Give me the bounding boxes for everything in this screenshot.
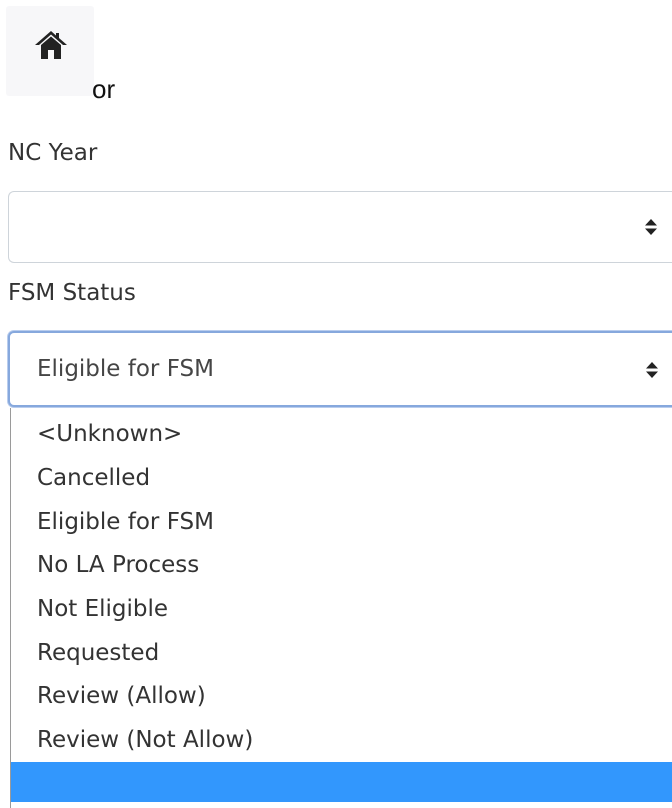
select-arrows-icon — [645, 219, 657, 235]
dropdown-option[interactable]: Review (Allow) — [37, 681, 206, 711]
fsm-status-select[interactable]: Eligible for FSM — [8, 331, 672, 407]
fsm-status-label: FSM Status — [8, 280, 136, 306]
select-arrows-icon — [646, 362, 658, 378]
dropdown-option[interactable]: Not Eligible — [37, 594, 168, 624]
dropdown-option[interactable]: Requested — [37, 638, 159, 668]
dropdown-option-highlighted[interactable] — [11, 762, 672, 802]
dropdown-option[interactable]: Review (Not Allow) — [37, 725, 253, 755]
fsm-status-value: Eligible for FSM — [37, 356, 214, 382]
nc-year-label: NC Year — [8, 140, 98, 166]
dropdown-option[interactable]: <Unknown> — [37, 419, 182, 449]
nc-year-select[interactable] — [8, 191, 672, 263]
dropdown-option[interactable]: No LA Process — [37, 550, 199, 580]
or-separator: or — [92, 74, 116, 104]
dropdown-option[interactable]: Eligible for FSM — [37, 507, 214, 537]
home-icon — [35, 31, 67, 59]
home-button[interactable] — [6, 6, 94, 96]
fsm-status-dropdown-list[interactable]: <Unknown> Cancelled Eligible for FSM No … — [10, 408, 672, 808]
dropdown-option[interactable]: Cancelled — [37, 463, 150, 493]
